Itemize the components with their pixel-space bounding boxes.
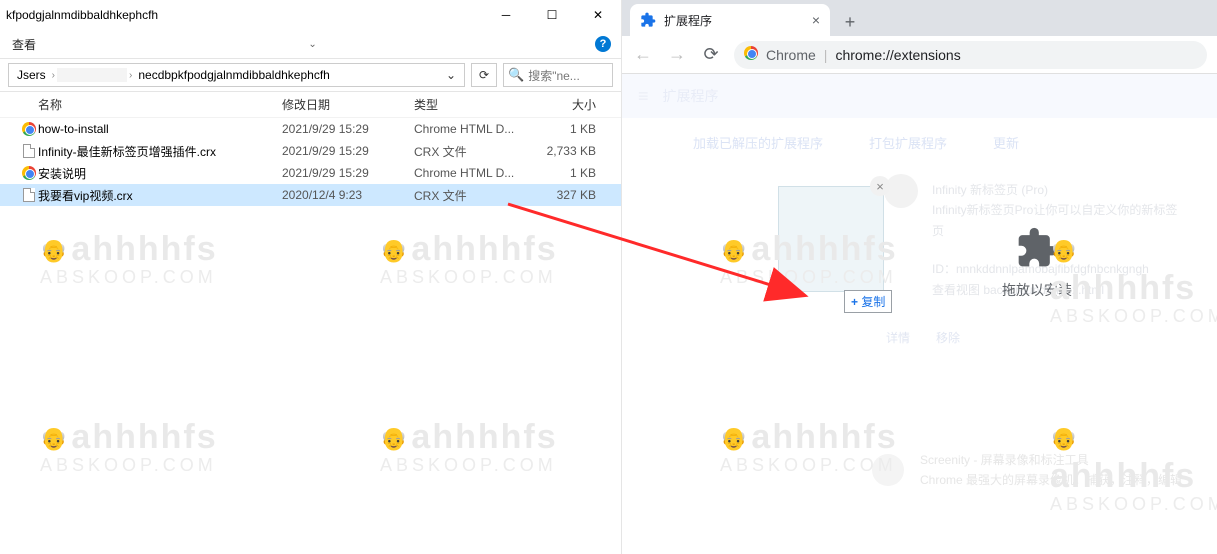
refresh-button[interactable]: ⟳ xyxy=(471,63,497,87)
pack-extension-button[interactable]: 打包扩展程序 xyxy=(858,126,958,159)
file-size: 1 KB xyxy=(536,166,596,180)
back-button[interactable]: ← xyxy=(632,44,654,66)
file-date: 2021/9/29 15:29 xyxy=(282,144,414,158)
extensions-toolbar: ≡ 扩展程序 xyxy=(622,74,1217,118)
extensions-action-row: 加载已解压的扩展程序 打包扩展程序 更新 xyxy=(622,118,1217,166)
file-icon xyxy=(23,188,35,202)
file-date: 2021/9/29 15:29 xyxy=(282,122,414,136)
crumb-2[interactable]: necdbpkfpodgjalnmdibbaldhkephcfh xyxy=(134,68,333,82)
tab-title: 扩展程序 xyxy=(664,12,712,29)
toolbar: ← → ⟳ Chrome | chrome://extensions xyxy=(622,36,1217,74)
search-input[interactable]: 🔍 搜索"ne... xyxy=(503,63,613,87)
puzzle-icon xyxy=(1015,226,1059,270)
load-unpacked-button[interactable]: 加载已解压的扩展程序 xyxy=(682,126,834,159)
drop-target[interactable]: 拖放以安装 xyxy=(1002,226,1072,300)
card2-title: Screenity - 屏幕录像和标注工具 xyxy=(920,450,1182,470)
file-type: Chrome HTML D... xyxy=(414,122,536,136)
file-date: 2020/12/4 9:23 xyxy=(282,188,414,202)
extension-avatar xyxy=(872,454,904,486)
omnibox-separator: | xyxy=(824,47,828,63)
file-row[interactable]: Infinity-最佳新标签页增强插件.crx2021/9/29 15:29CR… xyxy=(0,140,621,162)
extension-card-2: Screenity - 屏幕录像和标注工具 Chrome 最强大的屏幕录像机。捕… xyxy=(920,450,1182,491)
extension-avatar xyxy=(884,174,918,208)
column-headers: 名称 修改日期 类型 大小 xyxy=(0,92,621,118)
dragged-file-preview xyxy=(778,186,884,292)
file-list: how-to-install2021/9/29 15:29Chrome HTML… xyxy=(0,118,621,206)
file-name: Infinity-最佳新标签页增强插件.crx xyxy=(38,143,282,160)
copy-label: 复制 xyxy=(861,295,885,309)
card-title: Infinity 新标签页 (Pro) xyxy=(932,180,1178,200)
file-row[interactable]: how-to-install2021/9/29 15:29Chrome HTML… xyxy=(0,118,621,140)
file-row[interactable]: 安装说明2021/9/29 15:29Chrome HTML D...1 KB xyxy=(0,162,621,184)
new-tab-button[interactable]: + xyxy=(836,8,864,36)
file-date: 2021/9/29 15:29 xyxy=(282,166,414,180)
update-button[interactable]: 更新 xyxy=(982,126,1030,159)
tab-strip: 扩展程序 × + xyxy=(622,0,1217,36)
tab-extensions[interactable]: 扩展程序 × xyxy=(630,4,830,36)
col-date[interactable]: 修改日期 xyxy=(282,96,414,113)
chrome-icon xyxy=(744,46,758,63)
plus-icon: + xyxy=(851,295,858,309)
file-size: 327 KB xyxy=(536,188,596,202)
file-type: CRX 文件 xyxy=(414,143,536,160)
file-size: 1 KB xyxy=(536,122,596,136)
extensions-title: 扩展程序 xyxy=(663,86,719,106)
ribbon-expand-icon[interactable]: ⌄ xyxy=(308,39,316,50)
menu-view[interactable]: 查看 xyxy=(12,36,36,53)
card2-desc: Chrome 最强大的屏幕录像机。捕获，注释，编辑 xyxy=(920,470,1182,490)
col-type[interactable]: 类型 xyxy=(414,96,536,113)
window-titlebar: kfpodgjalnmdibbaldhkephcfh ─ ☐ ✕ xyxy=(0,0,621,30)
reload-button[interactable]: ⟳ xyxy=(700,44,722,66)
omnibox-prefix: Chrome xyxy=(766,47,816,63)
chevron-right-icon: › xyxy=(50,70,57,81)
file-icon xyxy=(23,144,35,158)
extension-icon xyxy=(640,12,656,28)
breadcrumb[interactable]: Jsers › › necdbpkfpodgjalnmdibbaldhkephc… xyxy=(8,63,465,87)
minimize-button[interactable]: ─ xyxy=(483,0,529,30)
file-name: how-to-install xyxy=(38,122,282,136)
tab-close-icon[interactable]: × xyxy=(812,12,820,28)
window-title: kfpodgjalnmdibbaldhkephcfh xyxy=(6,8,483,22)
search-placeholder: 搜索"ne... xyxy=(528,67,580,84)
dropdown-icon[interactable]: ⌄ xyxy=(438,63,464,87)
crumb-0[interactable]: Jsers xyxy=(13,68,50,82)
file-name: 我要看vip视频.crx xyxy=(38,187,282,204)
help-icon[interactable]: ? xyxy=(595,36,611,52)
col-size[interactable]: 大小 xyxy=(536,96,596,113)
remove-link[interactable]: 移除 xyxy=(936,328,960,348)
file-size: 2,733 KB xyxy=(536,144,596,158)
drop-label: 拖放以安装 xyxy=(1002,280,1072,300)
crumb-1[interactable] xyxy=(57,68,127,82)
file-row[interactable]: 我要看vip视频.crx2020/12/4 9:23CRX 文件327 KB xyxy=(0,184,621,206)
details-link[interactable]: 详情 xyxy=(886,328,910,348)
menu-icon[interactable]: ≡ xyxy=(638,86,649,107)
search-icon: 🔍 xyxy=(508,67,524,83)
forward-button[interactable]: → xyxy=(666,44,688,66)
copy-tooltip: + 复制 xyxy=(844,290,892,313)
drag-cancel-icon: × xyxy=(870,176,890,196)
file-name: 安装说明 xyxy=(38,165,282,182)
file-explorer-window: kfpodgjalnmdibbaldhkephcfh ─ ☐ ✕ 查看 ⌄ ? … xyxy=(0,0,622,554)
address-row: Jsers › › necdbpkfpodgjalnmdibbaldhkephc… xyxy=(0,58,621,92)
file-type: Chrome HTML D... xyxy=(414,166,536,180)
file-type: CRX 文件 xyxy=(414,187,536,204)
close-button[interactable]: ✕ xyxy=(575,0,621,30)
extensions-body: Infinity 新标签页 (Pro) Infinity新标签页Pro让你可以自… xyxy=(622,166,1217,186)
chrome-icon xyxy=(22,166,36,180)
chevron-right-icon: › xyxy=(127,70,134,81)
chrome-icon xyxy=(22,122,36,136)
omnibox-url: chrome://extensions xyxy=(835,47,960,63)
menubar: 查看 ⌄ ? xyxy=(0,30,621,58)
address-bar[interactable]: Chrome | chrome://extensions xyxy=(734,41,1207,69)
maximize-button[interactable]: ☐ xyxy=(529,0,575,30)
col-name[interactable]: 名称 xyxy=(38,96,282,113)
